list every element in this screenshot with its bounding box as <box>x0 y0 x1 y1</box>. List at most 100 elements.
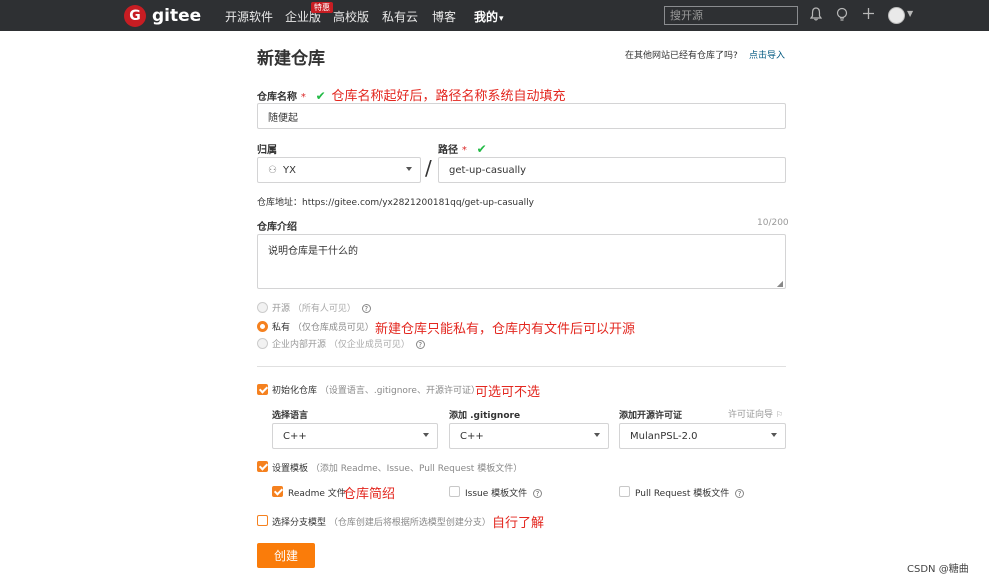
branch-model-label: 选择分支模型 <box>272 518 327 528</box>
visibility-enterprise-desc: （仅企业成员可见） <box>328 340 410 350</box>
template-checkbox[interactable] <box>257 461 268 472</box>
visibility-public-desc: （所有人可见） <box>292 304 356 314</box>
path-label-row: 路径 * ✔ <box>438 141 487 156</box>
gitee-logo-text: gitee <box>152 5 202 26</box>
repo-name-input[interactable]: 随便起 <box>257 103 786 129</box>
template-label: 设置模板 <box>272 464 309 474</box>
watermark: CSDN @糖曲 <box>907 564 969 575</box>
init-repo-label: 初始化仓库 <box>272 386 318 396</box>
required-mark: * <box>300 92 306 103</box>
init-repo-checkbox[interactable] <box>257 384 268 395</box>
avatar-caret-icon[interactable]: ▼ <box>907 9 913 18</box>
intro-textarea[interactable]: 说明仓库是干什么的 ◢ <box>257 234 786 289</box>
radio-public[interactable] <box>257 302 268 313</box>
chevron-down-icon <box>594 433 600 437</box>
branch-model-checkbox[interactable] <box>257 515 268 526</box>
template-desc: （添加 Readme、Issue、Pull Request 模板文件） <box>310 464 523 474</box>
gitignore-label: 添加 .gitignore <box>449 411 521 421</box>
gitee-logo-icon: G <box>124 4 146 27</box>
visibility-private: 私有 （仅仓库成员可见） <box>272 320 374 333</box>
nav-private-cloud[interactable]: 私有云 <box>382 8 418 25</box>
chevron-down-icon <box>771 433 777 437</box>
pr-row: Pull Request 模板文件 ? <box>635 486 745 499</box>
create-button[interactable]: 创建 <box>257 543 315 568</box>
help-icon[interactable]: ? <box>533 489 543 498</box>
nav-education[interactable]: 高校版 <box>333 8 369 25</box>
init-repo-desc: （设置语言、.gitignore、开源许可证） <box>319 386 480 396</box>
license-select[interactable]: MulanPSL-2.0 <box>619 423 786 449</box>
import-link[interactable]: 点击导入 <box>749 48 785 61</box>
help-icon[interactable]: ? <box>415 340 425 349</box>
user-icon: ⚇ <box>268 164 277 176</box>
owner-value: YX <box>282 164 296 176</box>
issue-label: Issue 模板文件 <box>465 489 528 499</box>
issue-checkbox[interactable] <box>449 486 460 497</box>
lightbulb-icon[interactable] <box>836 7 848 25</box>
plus-icon[interactable] <box>862 7 875 24</box>
page-title: 新建仓库 <box>257 49 325 69</box>
nav-mine[interactable]: 我的▾ <box>474 8 504 25</box>
check-icon: ✔ <box>476 142 487 156</box>
language-value: C++ <box>283 430 307 442</box>
import-question: 在其他网站已经有仓库了吗? <box>625 51 738 61</box>
search-input[interactable]: 搜开源 <box>664 6 798 25</box>
chevron-down-icon <box>423 433 429 437</box>
owner-label: 归属 <box>257 145 277 156</box>
visibility-enterprise: 企业内部开源 （仅企业成员可见） ? <box>272 337 425 350</box>
gitignore-select[interactable]: C++ <box>449 423 609 449</box>
license-label: 添加开源许可证 <box>619 411 683 421</box>
visibility-public: 开源 （所有人可见） ? <box>272 301 371 314</box>
radio-enterprise-internal[interactable] <box>257 338 268 349</box>
repo-name-label-row: 仓库名称 * ✔ 仓库名称起好后，路径名称系统自动填充 <box>257 85 566 104</box>
section-divider <box>257 366 786 367</box>
annotation-branch-model: 自行了解 <box>492 516 545 531</box>
owner-select[interactable]: ⚇ YX <box>257 157 421 183</box>
pr-label: Pull Request 模板文件 <box>635 489 730 499</box>
issue-row: Issue 模板文件 ? <box>465 486 543 499</box>
annotation-init-repo: 可选可不选 <box>475 385 541 400</box>
check-icon: ✔ <box>315 89 326 103</box>
license-guide-link[interactable]: 许可证向导 ⚐ <box>728 407 783 420</box>
annotation-repo-name: 仓库名称起好后，路径名称系统自动填充 <box>331 89 566 104</box>
annotation-visibility: 新建仓库只能私有，仓库内有文件后可以开源 <box>375 322 636 337</box>
path-label: 路径 <box>438 145 458 156</box>
chevron-down-icon <box>406 167 412 171</box>
intro-value: 说明仓库是干什么的 <box>268 246 358 257</box>
radio-private[interactable] <box>257 321 268 332</box>
nav-blog[interactable]: 博客 <box>432 8 456 25</box>
template-row: 设置模板 （添加 Readme、Issue、Pull Request 模板文件） <box>272 461 522 474</box>
path-separator: / <box>425 156 432 180</box>
top-nav: G gitee 开源软件 企业版 特惠 高校版 私有云 博客 我的▾ 搜开源 ▼ <box>0 0 989 31</box>
avatar[interactable] <box>888 7 905 24</box>
help-icon[interactable]: ? <box>735 489 745 498</box>
resize-handle-icon[interactable]: ◢ <box>777 279 783 288</box>
language-select[interactable]: C++ <box>272 423 438 449</box>
visibility-private-desc: （仅仓库成员可见） <box>292 323 374 333</box>
branch-model-desc: （仓库创建后将根据所选模型创建分支） <box>328 518 491 528</box>
repo-address: 仓库地址：https://gitee.com/yx2821200181qq/ge… <box>257 198 534 208</box>
language-label: 选择语言 <box>272 411 309 421</box>
bell-icon[interactable] <box>809 7 823 25</box>
visibility-public-label: 开源 <box>272 304 291 314</box>
repo-name-label: 仓库名称 <box>257 92 297 103</box>
branch-model-row: 选择分支模型 （仓库创建后将根据所选模型创建分支） <box>272 515 491 528</box>
readme-checkbox[interactable] <box>272 486 283 497</box>
intro-counter: 10/200 <box>757 218 789 228</box>
path-input[interactable]: get-up-casually <box>438 157 786 183</box>
init-repo-row: 初始化仓库 （设置语言、.gitignore、开源许可证） <box>272 383 480 396</box>
intro-label: 仓库介绍 <box>257 222 297 233</box>
gitee-logo[interactable]: G gitee <box>124 4 201 27</box>
license-guide-text: 许可证向导 <box>728 410 774 420</box>
license-value: MulanPSL-2.0 <box>630 430 698 442</box>
help-icon[interactable]: ? <box>361 304 371 313</box>
readme-label: Readme 文件 <box>288 489 346 499</box>
visibility-private-label: 私有 <box>272 323 291 333</box>
chevron-down-icon: ▾ <box>499 14 504 24</box>
required-mark: * <box>461 145 467 156</box>
annotation-readme: 仓库简绍 <box>343 487 396 502</box>
guide-icon: ⚐ <box>775 410 784 419</box>
nav-mine-label: 我的 <box>474 10 499 24</box>
pr-checkbox[interactable] <box>619 486 630 497</box>
promo-badge: 特惠 <box>311 2 333 13</box>
nav-open-source[interactable]: 开源软件 <box>225 8 273 25</box>
